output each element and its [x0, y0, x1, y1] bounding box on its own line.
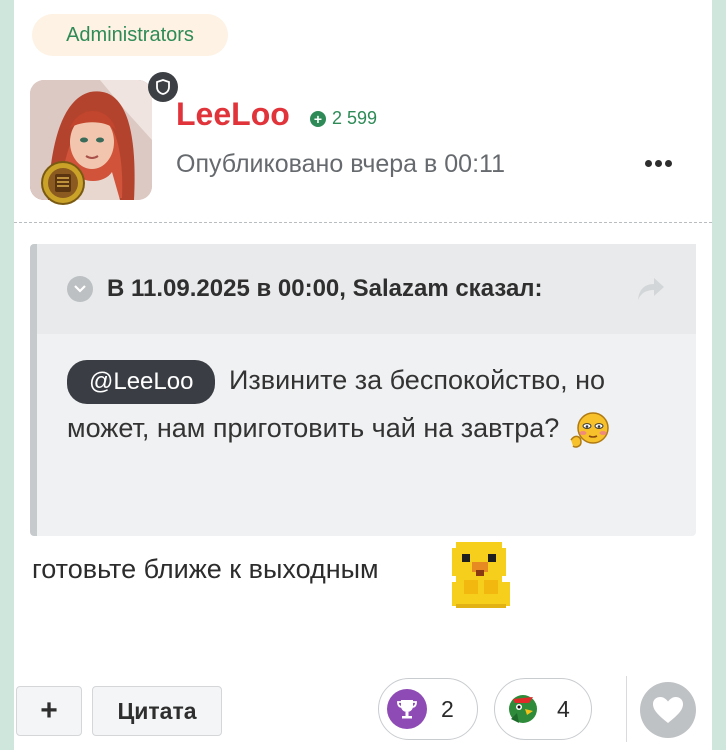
group-badge: Administrators — [32, 14, 228, 56]
more-options-button[interactable] — [638, 148, 678, 178]
reaction-count: 4 — [557, 695, 570, 722]
heart-icon — [653, 697, 683, 723]
dot-icon — [644, 159, 652, 167]
add-to-multiquote-button[interactable]: + — [16, 686, 82, 736]
parrot-icon — [503, 689, 543, 729]
reputation-value: 2 599 — [332, 108, 378, 128]
go-to-quote-icon[interactable] — [636, 276, 666, 302]
quote-header[interactable]: В 11.09.2025 в 00:00, Salazam сказал: — [37, 244, 696, 334]
react-heart-button[interactable] — [640, 682, 696, 738]
trophy-icon — [387, 689, 427, 729]
post-card: Administrators LeeLoo + 2 599 Опубликова… — [14, 0, 712, 750]
reputation-counter: + 2 599 — [310, 108, 377, 129]
sheepish-emoji-icon — [570, 412, 609, 448]
duck-emoji-icon — [452, 542, 510, 608]
dot-icon — [654, 159, 662, 167]
dot-icon — [664, 159, 672, 167]
quote-citation: В 11.09.2025 в 00:00, Salazam сказал: — [107, 275, 543, 302]
author-avatar-block[interactable] — [28, 72, 178, 206]
user-mention[interactable]: @LeeLoo — [67, 359, 216, 404]
reply-text: готовьте ближе к выходным — [32, 554, 379, 584]
post-timestamp[interactable]: Опубликовано вчера в 00:11 — [176, 150, 505, 179]
rank-emblem-icon — [41, 161, 85, 205]
reputation-plus-icon: + — [310, 110, 326, 127]
chevron-down-icon[interactable] — [67, 276, 93, 302]
moderator-shield-icon — [148, 72, 178, 102]
author-username[interactable]: LeeLoo — [176, 96, 290, 133]
reaction-count: 2 — [441, 695, 454, 722]
divider — [626, 676, 627, 742]
reaction-trophy[interactable]: 2 — [378, 678, 478, 740]
reaction-parrot[interactable]: 4 — [494, 678, 592, 740]
divider — [14, 222, 712, 223]
quote-body: @LeeLoo Извините за беспокойство, но мож… — [67, 356, 677, 452]
quote-block: В 11.09.2025 в 00:00, Salazam сказал: @L… — [30, 244, 696, 536]
quote-button[interactable]: Цитата — [92, 686, 222, 736]
